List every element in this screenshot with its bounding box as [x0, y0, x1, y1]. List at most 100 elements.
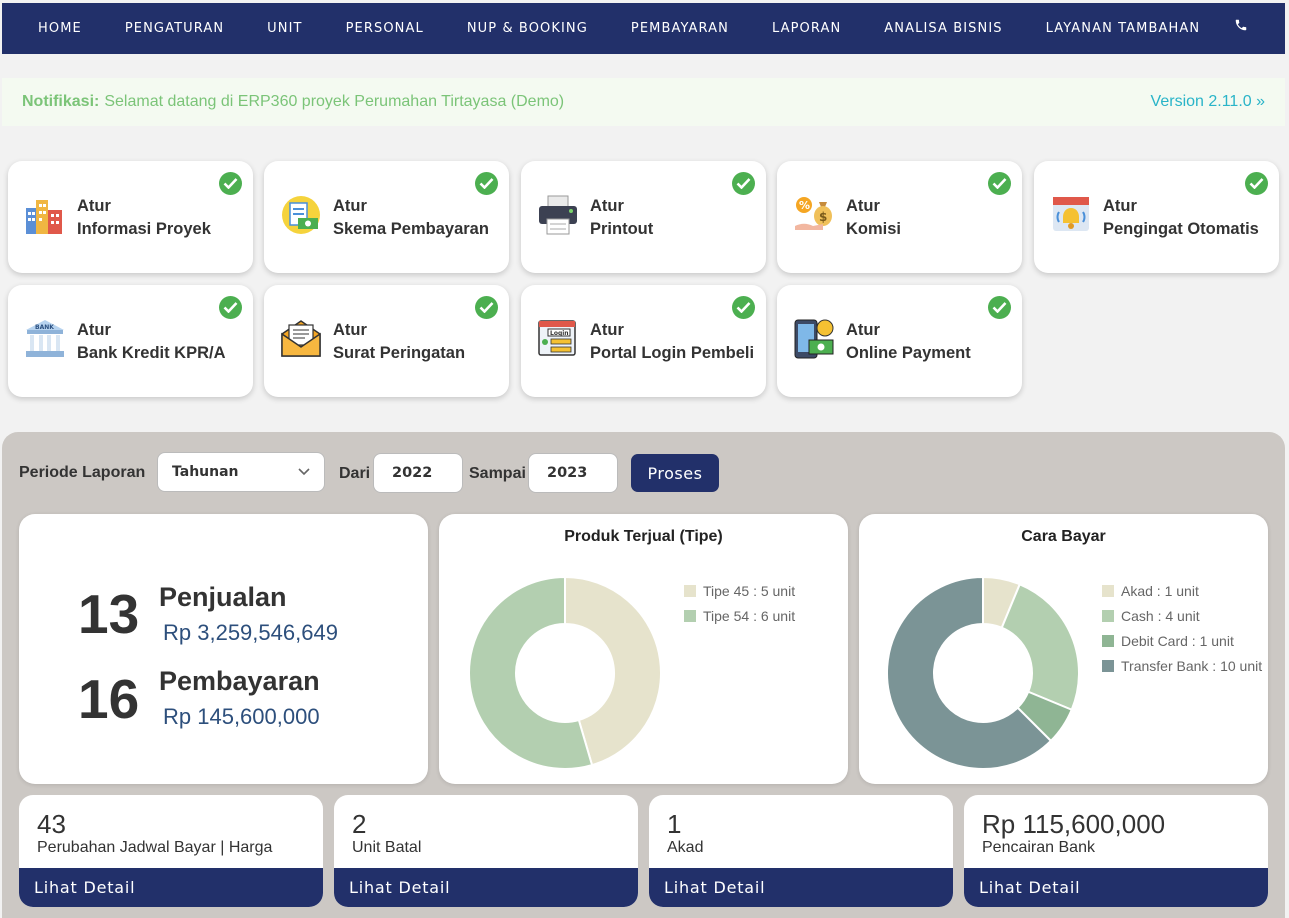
chart-produk-terjual: Produk Terjual (Tipe) Tipe 45 : 5 unit T…: [439, 514, 848, 784]
donut-chart: [468, 575, 662, 770]
pembayaran-count: 16: [78, 668, 140, 730]
pembayaran-value: Rp 145,600,000: [163, 704, 320, 729]
legend-label: Tipe 45 : 5 unit: [703, 583, 796, 599]
proses-button[interactable]: Proses: [631, 454, 719, 492]
penjualan-value: Rp 3,259,546,649: [163, 620, 338, 645]
legend-swatch: [684, 610, 696, 622]
nav-layanan-tambahan[interactable]: LAYANAN TAMBAHAN: [1046, 21, 1201, 36]
card-title-line2: Surat Peringatan: [333, 344, 466, 362]
nav-home[interactable]: HOME: [38, 21, 82, 36]
donut-chart: [886, 575, 1080, 770]
card-title-line1: Atur: [333, 197, 367, 215]
lihat-detail-button[interactable]: Lihat Detail: [964, 868, 1268, 907]
svg-text:$: $: [819, 210, 827, 224]
card-title-line1: Atur: [590, 197, 624, 215]
card-surat-peringatan[interactable]: Atur Surat Peringatan: [264, 285, 509, 397]
nav-nup-booking[interactable]: NUP & BOOKING: [467, 21, 588, 36]
stat-label: Pencairan Bank: [982, 839, 1095, 856]
stat-label: Unit Batal: [352, 839, 422, 856]
legend-item: Tipe 54 : 6 unit: [684, 608, 795, 624]
lihat-detail-button[interactable]: Lihat Detail: [19, 868, 323, 907]
stat-label: Akad: [667, 839, 704, 856]
card-title-line1: Atur: [77, 197, 111, 215]
check-icon: [219, 172, 242, 195]
card-title-line2: Pengingat Otomatis: [1103, 220, 1259, 238]
envelope-icon: [280, 318, 322, 360]
stat-unit-batal: 2 Unit Batal Lihat Detail: [334, 795, 638, 907]
nav-analisa-bisnis[interactable]: ANALISA BISNIS: [884, 21, 1002, 36]
check-icon: [732, 172, 755, 195]
svg-text:BANK: BANK: [35, 324, 54, 331]
login-portal-icon: Login: [537, 318, 579, 360]
card-pengingat-otomatis[interactable]: Atur Pengingat Otomatis: [1034, 161, 1279, 273]
version-link[interactable]: Version 2.11.0 »: [1151, 93, 1265, 111]
check-icon: [988, 172, 1011, 195]
card-title-line2: Komisi: [846, 220, 902, 238]
stat-pencairan-bank: Rp 115,600,000 Pencairan Bank Lihat Deta…: [964, 795, 1268, 907]
card-title-line1: Atur: [846, 197, 880, 215]
notification-text: Selamat datang di ERP360 proyek Perumaha…: [104, 93, 565, 110]
chart-title: Produk Terjual (Tipe): [564, 528, 723, 545]
stat-value: Rp 115,600,000: [982, 809, 1166, 839]
svg-text:%: %: [799, 199, 810, 212]
card-informasi-proyek[interactable]: Atur Informasi Proyek: [8, 161, 253, 273]
card-title-line2: Bank Kredit KPR/A: [77, 344, 226, 362]
phone-icon[interactable]: [1234, 18, 1254, 38]
chart-title: Cara Bayar: [1021, 528, 1106, 545]
nav-laporan[interactable]: LAPORAN: [772, 21, 841, 36]
top-navbar: HOME PENGATURAN UNIT PERSONAL NUP & BOOK…: [2, 3, 1285, 54]
legend-item: Cash : 4 unit: [1102, 608, 1200, 624]
notification-bar: Notifikasi: Selamat datang di ERP360 pro…: [2, 78, 1285, 126]
legend-label: Tipe 54 : 6 unit: [703, 608, 796, 624]
printer-icon: [537, 194, 579, 236]
penjualan-count: 13: [78, 583, 140, 645]
legend-label: Cash : 4 unit: [1121, 608, 1200, 624]
stat-label: Perubahan Jadwal Bayar | Harga: [37, 839, 273, 856]
stat-value: 1: [667, 809, 682, 839]
card-online-payment[interactable]: Atur Online Payment: [777, 285, 1022, 397]
periode-select-value: Tahunan: [172, 464, 239, 480]
card-bank-kredit[interactable]: BANK Atur Bank Kredit KPR/A: [8, 285, 253, 397]
nav-unit[interactable]: UNIT: [267, 21, 302, 36]
chart-cara-bayar: Cara Bayar Akad : 1 unit Cash : 4 unit D…: [859, 514, 1268, 784]
check-icon: [732, 296, 755, 319]
nav-personal[interactable]: PERSONAL: [346, 21, 424, 36]
card-title-line2: Portal Login Pembeli: [590, 344, 755, 362]
donut-slice-cash[interactable]: [1000, 583, 1080, 712]
card-title-line1: Atur: [590, 321, 624, 339]
card-title-line1: Atur: [333, 321, 367, 339]
sampai-input[interactable]: 2023: [528, 453, 618, 493]
online-payment-icon: [793, 318, 835, 360]
periode-select[interactable]: Tahunan: [157, 452, 325, 492]
stat-value: 2: [352, 809, 367, 839]
bank-icon: BANK: [24, 318, 66, 360]
dari-input[interactable]: 2022: [373, 453, 463, 493]
buildings-icon: [24, 194, 66, 236]
penjualan-label: Penjualan: [159, 582, 287, 612]
lihat-detail-button[interactable]: Lihat Detail: [334, 868, 638, 907]
nav-pembayaran[interactable]: PEMBAYARAN: [631, 21, 729, 36]
bell-calendar-icon: [1050, 194, 1092, 236]
sampai-label: Sampai: [469, 465, 526, 482]
check-icon: [475, 172, 498, 195]
legend-label: Akad : 1 unit: [1121, 583, 1199, 599]
pembayaran-label: Pembayaran: [159, 666, 320, 696]
lihat-detail-button[interactable]: Lihat Detail: [649, 868, 953, 907]
card-title-line2: Online Payment: [846, 344, 971, 362]
legend-item: Debit Card : 1 unit: [1102, 633, 1234, 649]
card-title-line2: Informasi Proyek: [77, 220, 211, 238]
legend-item: Transfer Bank : 10 unit: [1102, 658, 1262, 674]
card-title-line1: Atur: [846, 321, 880, 339]
legend-item: Akad : 1 unit: [1102, 583, 1199, 599]
summary-box: 13 Penjualan Rp 3,259,546,649 16 Pembaya…: [19, 514, 428, 784]
legend-item: Tipe 45 : 5 unit: [684, 583, 795, 599]
dari-label: Dari: [339, 465, 371, 482]
card-portal-login[interactable]: Login Atur Portal Login Pembeli: [521, 285, 766, 397]
card-skema-pembayaran[interactable]: Atur Skema Pembayaran: [264, 161, 509, 273]
nav-pengaturan[interactable]: PENGATURAN: [125, 21, 224, 36]
card-printout[interactable]: Atur Printout: [521, 161, 766, 273]
card-komisi[interactable]: % $ Atur Komisi: [777, 161, 1022, 273]
legend-swatch: [1102, 610, 1114, 622]
stat-akad: 1 Akad Lihat Detail: [649, 795, 953, 907]
card-title-line2: Skema Pembayaran: [333, 220, 489, 238]
